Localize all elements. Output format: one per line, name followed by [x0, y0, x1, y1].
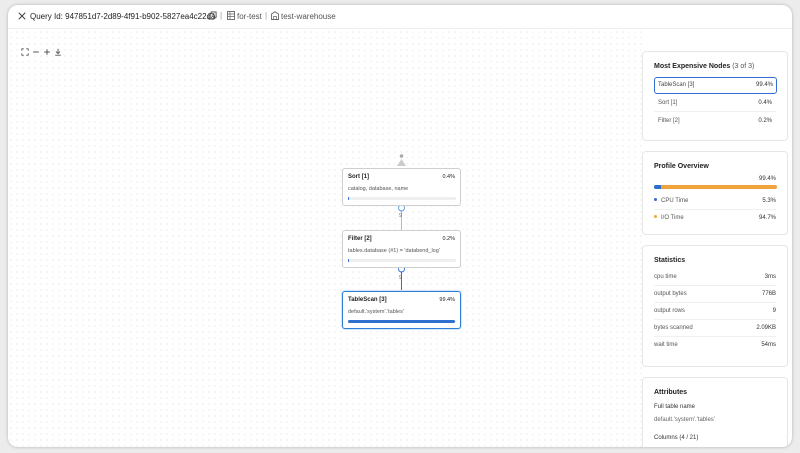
breadcrumb-warehouse[interactable]: test-warehouse — [281, 12, 336, 21]
expensive-item-label: Sort [1] — [658, 100, 678, 106]
most-expensive-panel: Most Expensive Nodes (3 of 3) TableScan … — [642, 51, 788, 141]
io-label: I/O Time — [661, 215, 684, 221]
node-title: TableScan [3] — [348, 297, 387, 303]
node-percent: 0.2% — [442, 236, 455, 242]
fit-screen-icon[interactable] — [21, 48, 29, 56]
stat-value: 54ms — [761, 342, 776, 348]
plan-node-tablescan[interactable]: TableScan [3] 99.4% default.'system'.'ta… — [342, 291, 461, 329]
node-progress-bar — [348, 259, 456, 262]
minus-icon[interactable] — [32, 48, 40, 56]
node-count: (3 of 3) — [732, 63, 755, 70]
download-icon[interactable] — [54, 48, 62, 56]
stat-label: bytes scanned — [654, 325, 693, 331]
copy-icon[interactable] — [208, 11, 217, 20]
expensive-item-label: TableScan [3] — [658, 82, 695, 88]
full-table-value: default.'system'.'tables' — [654, 417, 715, 423]
breadcrumb-database[interactable]: for-test — [237, 12, 262, 21]
stat-value: 776B — [761, 291, 776, 297]
cpu-dot-icon — [654, 198, 657, 201]
cpu-time-row: CPU Time 5.3% — [654, 198, 776, 204]
overview-total: 99.4% — [758, 176, 776, 182]
node-progress-bar — [348, 197, 456, 200]
database-icon — [227, 11, 235, 20]
divider — [654, 336, 776, 337]
node-percent: 0.4% — [442, 174, 455, 180]
divider — [654, 302, 776, 303]
warehouse-icon — [271, 11, 279, 20]
expensive-item-sort[interactable]: Sort [1] 0.4% — [658, 100, 772, 106]
header-bar: Query Id: 947851d7-2d89-4f91-b902-5827ea… — [8, 5, 792, 29]
panel-title: Most Expensive Nodes (3 of 3) — [654, 63, 755, 70]
node-detail: default.'system'.'tables' — [348, 309, 404, 315]
node-progress-bar — [348, 320, 456, 323]
io-dot-icon — [654, 215, 657, 218]
node-detail: tables.database (#1) = 'databend_log' — [348, 248, 440, 254]
node-title: Filter [2] — [348, 236, 372, 242]
stat-label: cpu time — [654, 274, 677, 280]
io-segment — [660, 185, 777, 189]
plan-node-filter[interactable]: Filter [2] 0.2% tables.database (#1) = '… — [342, 230, 461, 268]
panel-title: Profile Overview — [654, 163, 709, 170]
statistics-panel: Statistics cpu time 3ms output bytes 776B … — [642, 245, 788, 367]
node-title: Sort [1] — [348, 174, 369, 180]
expensive-item-label: Filter [2] — [658, 118, 680, 124]
divider — [654, 285, 776, 286]
plan-node-sort[interactable]: Sort [1] 0.4% catalog, database, name — [342, 168, 461, 206]
io-value: 94.7% — [758, 215, 776, 221]
stat-row: wait time 54ms — [654, 342, 776, 348]
close-icon[interactable] — [18, 12, 26, 20]
separator: | — [265, 11, 268, 20]
columns-label[interactable]: Columns (4 / 21) — [654, 435, 698, 441]
stat-value: 9 — [772, 308, 776, 314]
attributes-panel: Attributes Full table name default.'syst… — [642, 377, 788, 447]
io-time-row: I/O Time 94.7% — [654, 215, 776, 221]
plan-graph-canvas[interactable] — [8, 29, 642, 447]
node-progress-fill — [348, 320, 456, 323]
stat-value: 3ms — [764, 274, 776, 280]
stat-row: output rows 9 — [654, 308, 776, 314]
edge-label: 9 — [399, 275, 403, 281]
query-profile-window: Query Id: 947851d7-2d89-4f91-b902-5827ea… — [8, 5, 792, 447]
panel-title: Attributes — [654, 389, 688, 396]
overview-bar — [654, 185, 777, 189]
expensive-item-filter[interactable]: Filter [2] 0.2% — [658, 118, 772, 124]
edge-label: 9 — [399, 213, 403, 219]
cpu-label: CPU Time — [661, 198, 689, 204]
stat-value: 2.09KB — [756, 325, 776, 331]
plus-icon[interactable] — [43, 48, 51, 56]
separator: | — [220, 11, 223, 20]
node-percent: 99.4% — [439, 297, 455, 303]
stat-label: wait time — [654, 342, 678, 348]
stat-row: output bytes 776B — [654, 291, 776, 297]
stat-label: output rows — [654, 308, 686, 314]
query-id: Query Id: 947851d7-2d89-4f91-b902-5827ea… — [30, 12, 216, 21]
expensive-item-value: 99.4% — [755, 82, 773, 88]
panel-title: Statistics — [654, 257, 686, 264]
divider — [654, 209, 776, 210]
stat-row: bytes scanned 2.09KB — [654, 325, 776, 331]
expensive-item-value: 0.4% — [758, 100, 772, 106]
divider — [654, 319, 776, 320]
profile-overview-panel: Profile Overview 99.4% CPU Time 5.3% I/O… — [642, 151, 788, 235]
stat-label: output bytes — [654, 291, 687, 297]
cpu-value: 5.3% — [762, 198, 776, 204]
node-detail: catalog, database, name — [348, 186, 409, 192]
stat-row: cpu time 3ms — [654, 274, 776, 280]
full-table-label: Full table name — [654, 404, 696, 410]
expensive-item-tablescan[interactable]: TableScan [3] 99.4% — [654, 77, 777, 94]
divider — [654, 111, 776, 112]
expensive-item-value: 0.2% — [758, 118, 772, 124]
